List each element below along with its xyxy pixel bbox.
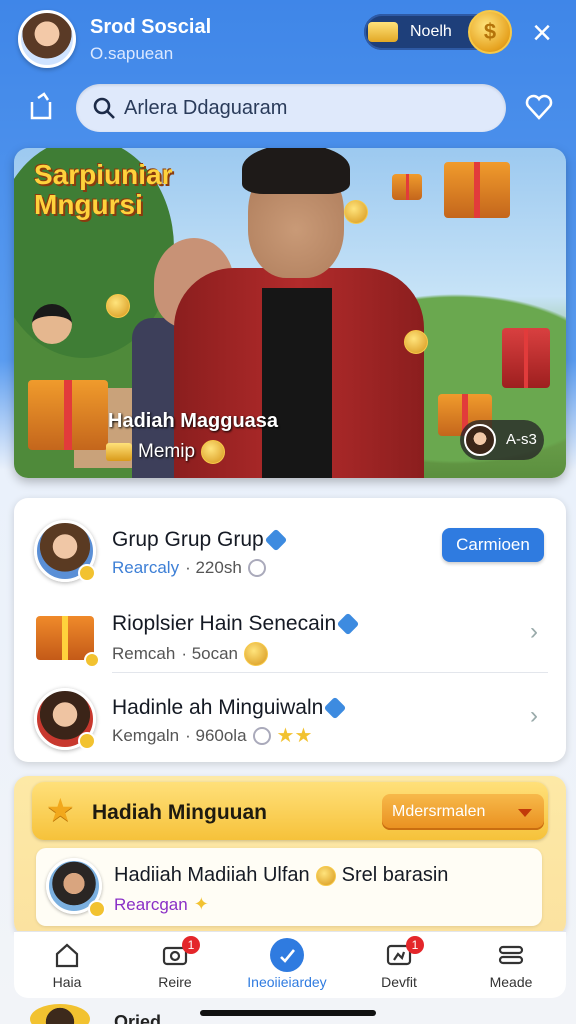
- notification-badge: 1: [182, 936, 200, 954]
- gift-icon: [444, 162, 510, 218]
- chevron-right-icon[interactable]: ›: [530, 702, 538, 730]
- promo-banner[interactable]: Sarpiuniar Mngursi Hadiah Magguasa Memip…: [14, 148, 566, 478]
- list-item-meta: Rearcaly · 220sh: [112, 558, 266, 578]
- banner-badge-label: A-s3: [506, 431, 537, 448]
- check-icon: [247, 559, 266, 577]
- avatar: [30, 1004, 90, 1024]
- nav-item-home[interactable]: Haia: [12, 932, 122, 998]
- banner-sub: Memip: [106, 440, 226, 464]
- gift-icon: [28, 380, 108, 450]
- list-item[interactable]: Rioplsier Hain Senecain Remcah · 5ocan ›: [14, 592, 566, 674]
- weekly-item-sub: Rearcgan ✦: [114, 894, 209, 914]
- coin-icon: [344, 200, 368, 224]
- notification-badge: 1: [406, 936, 424, 954]
- chevron-right-icon[interactable]: ›: [530, 618, 538, 646]
- dropdown-value: Mdersrmalen: [392, 803, 486, 820]
- check-icon: [252, 727, 271, 745]
- list-item-meta: Kemgaln · 960ola ★★: [112, 725, 313, 747]
- home-icon: [55, 943, 79, 968]
- nav-item-discover[interactable]: Ineoiieiardey: [232, 932, 342, 998]
- weekly-item-name: Hadiiah Madiiah Ulfan Srel barasin: [114, 864, 449, 886]
- top-header: Srod Soscial O.sapuean Noelh $ ×: [0, 0, 576, 150]
- weekly-reward-panel: ★ Hadiah Minguuan Mdersrmalen Hadiiah Ma…: [14, 776, 566, 936]
- sparkle-icon: ✦: [193, 894, 209, 914]
- banner-man-hair: [242, 148, 350, 194]
- star-icon: ★★: [276, 725, 313, 747]
- coin-icon: [201, 440, 226, 464]
- divider: [112, 672, 548, 673]
- banner-user-badge[interactable]: A-s3: [460, 420, 544, 460]
- gold-bar-icon: [368, 22, 398, 42]
- nav-item-activity[interactable]: 1 Devfit: [344, 932, 454, 998]
- coin-icon: [106, 294, 130, 318]
- star-icon: ★: [46, 792, 75, 828]
- close-icon[interactable]: ×: [526, 16, 558, 50]
- profile-avatar[interactable]: [18, 10, 76, 68]
- peek-item-text: Oried: [114, 1012, 162, 1024]
- gift-icon: [392, 174, 422, 200]
- search-icon: [93, 97, 115, 119]
- verified-badge-icon: [78, 732, 96, 750]
- list-item-name: Hadinle ah Minguiwaln: [112, 696, 347, 720]
- search-input[interactable]: [124, 92, 484, 124]
- banner-man-shirt: [262, 288, 332, 478]
- banner-title: Sarpiuniar Mngursi: [34, 159, 173, 220]
- verified-diamond-icon: [336, 613, 360, 636]
- nav-item-camera[interactable]: 1 Reire: [120, 932, 230, 998]
- weekly-reward-item[interactable]: Hadiiah Madiiah Ulfan Srel barasin Rearc…: [36, 848, 542, 926]
- avatar: [464, 424, 496, 456]
- coin-icon[interactable]: $: [468, 10, 512, 54]
- list-item-name: Rioplsier Hain Senecain: [112, 612, 360, 636]
- heart-icon[interactable]: [524, 92, 554, 122]
- banner-sub-label: Memip: [138, 441, 196, 462]
- weekly-reward-header: ★ Hadiah Minguuan Mdersrmalen: [32, 782, 548, 840]
- home-indicator[interactable]: [200, 1010, 376, 1016]
- nav-item-menu[interactable]: Meade: [456, 932, 566, 998]
- verified-diamond-icon: [264, 529, 288, 552]
- coin-icon: [404, 330, 428, 354]
- list-item[interactable]: Hadinle ah Minguiwaln Kemgaln · 960ola ★…: [14, 676, 566, 758]
- gift-icon: [502, 328, 550, 388]
- weekly-period-dropdown[interactable]: Mdersrmalen: [382, 794, 544, 830]
- app-title: Srod Soscial: [90, 16, 212, 38]
- verified-badge-icon: [88, 900, 106, 918]
- coin-icon: [315, 865, 336, 886]
- search-bar[interactable]: [76, 84, 506, 132]
- group-list-card: Grup Grup Grup Rearcaly · 220sh Carmioen…: [14, 498, 566, 762]
- follow-button[interactable]: Carmioen: [442, 528, 544, 562]
- list-item[interactable]: Grup Grup Grup Rearcaly · 220sh Carmioen: [14, 508, 566, 590]
- share-icon[interactable]: [26, 92, 56, 122]
- banner-caption: Hadiah Magguasa: [108, 410, 279, 432]
- sparkle-icon: [84, 652, 100, 668]
- coin-icon: [244, 642, 269, 666]
- verified-diamond-icon: [323, 697, 347, 720]
- app-subtitle: O.sapuean: [90, 44, 174, 63]
- menu-icon: [498, 945, 524, 965]
- weekly-reward-title: Hadiah Minguuan: [92, 801, 267, 824]
- coin-pill-label: Noelh: [410, 23, 452, 40]
- gold-bar-icon: [106, 443, 132, 461]
- compass-icon: [270, 938, 304, 972]
- banner-child-figure: [32, 304, 72, 344]
- verified-badge-icon: [78, 564, 96, 582]
- list-item-name: Grup Grup Grup: [112, 528, 288, 552]
- list-item-meta: Remcah · 5ocan: [112, 642, 269, 666]
- bottom-navigation: Haia 1 Reire Ineoiieiardey 1 Devfit Mead…: [14, 932, 566, 998]
- chevron-down-icon: [518, 809, 532, 817]
